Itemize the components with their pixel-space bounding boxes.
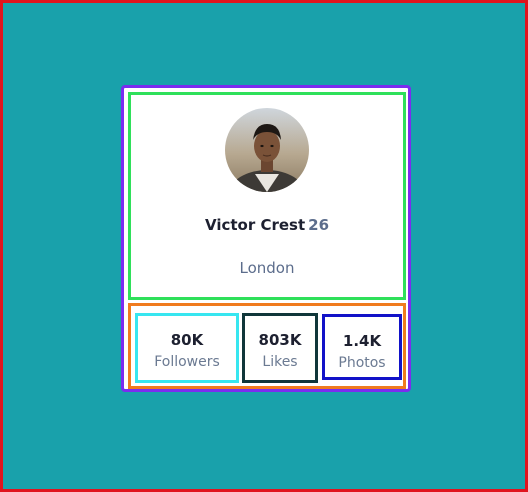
profile-name-line: Victor Crest 26 — [131, 216, 403, 234]
stat-photos-value: 1.4K — [342, 332, 382, 350]
stat-followers: 80K Followers — [135, 313, 239, 383]
stats-section: 80K Followers 803K Likes 1.4K Photos — [128, 303, 406, 389]
stat-followers-value: 80K — [170, 331, 204, 349]
stat-likes: 803K Likes — [242, 313, 318, 383]
profile-card: Victor Crest 26 London 80K Followers 803K… — [121, 85, 411, 392]
stat-followers-label: Followers — [154, 354, 220, 370]
stat-photos: 1.4K Photos — [322, 314, 402, 380]
stat-likes-label: Likes — [262, 354, 298, 370]
profile-age: 26 — [308, 216, 330, 234]
profile-location: London — [239, 259, 295, 277]
page-background: Victor Crest 26 London 80K Followers 803K… — [0, 0, 528, 492]
avatar-photo — [225, 108, 309, 192]
avatar — [225, 108, 309, 192]
stat-photos-label: Photos — [338, 355, 386, 371]
stat-likes-value: 803K — [258, 331, 302, 349]
profile-name: Victor Crest — [204, 216, 306, 234]
profile-section: Victor Crest 26 London — [128, 92, 406, 300]
